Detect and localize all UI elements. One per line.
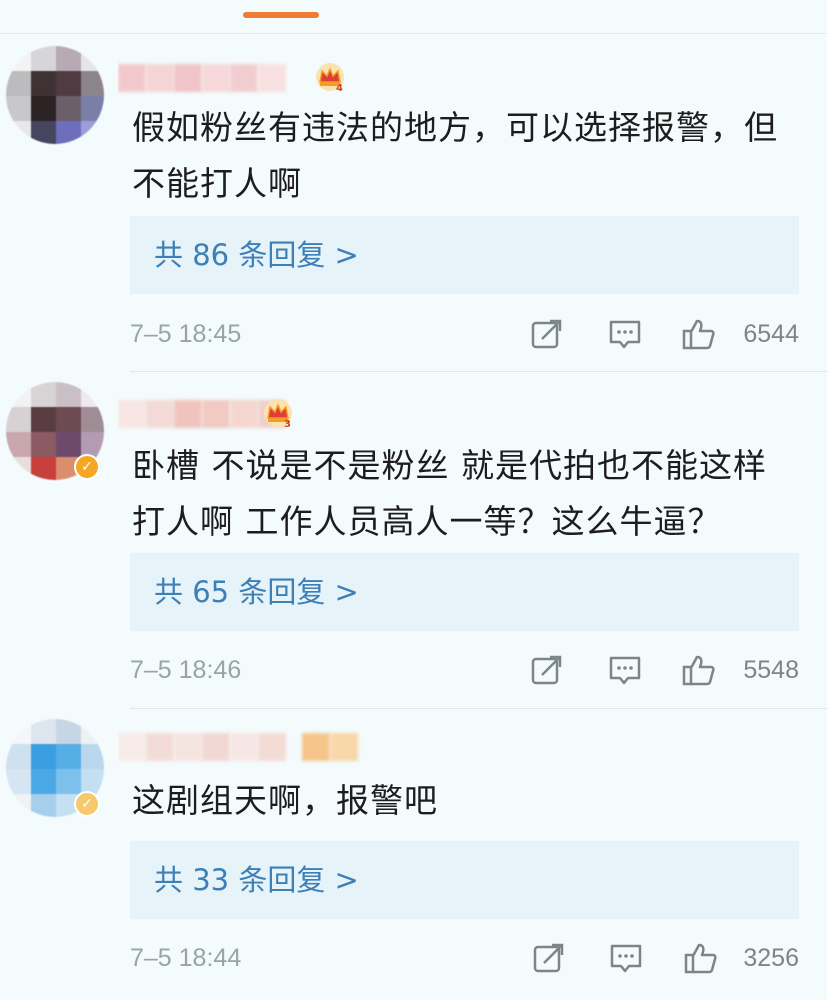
active-tab-indicator — [243, 12, 319, 18]
comment-icon[interactable] — [608, 318, 642, 350]
replies-count-label: 共 86 条回复 > — [154, 238, 359, 272]
svg-text:3: 3 — [284, 419, 291, 428]
crown-badge-icon: 3 — [264, 399, 292, 428]
comment-text: 这剧组天啊，报警吧 — [132, 781, 438, 820]
view-replies-button[interactable]: 共 65 条回复 > — [130, 553, 799, 631]
verified-icon: ✓ — [74, 454, 100, 480]
thumbs-up-icon[interactable] — [682, 318, 716, 350]
top-bar — [0, 0, 827, 34]
username-blurred[interactable] — [118, 58, 308, 98]
comment-meta: 7–5 18:44 3256 — [130, 938, 799, 978]
comment-text: 卧槽 不说是不是粉丝 就是代拍也不能这样 打人啊 工作人员高人一等？这么牛逼？ — [132, 446, 767, 541]
timestamp: 7–5 18:45 — [130, 320, 242, 348]
username-blurred[interactable] — [118, 727, 378, 767]
like-count: 3256 — [743, 944, 799, 972]
verified-icon: ✓ — [74, 791, 100, 817]
replies-count-label: 共 65 条回复 > — [154, 575, 359, 609]
comment-icon[interactable] — [608, 654, 642, 686]
thumbs-up-icon[interactable] — [684, 942, 718, 974]
repost-icon[interactable] — [530, 654, 564, 686]
like-count: 5548 — [743, 656, 799, 684]
comment-item: ✓ 3 卧槽 不说是不是粉丝 就是代拍也不能这样 打人啊 工作人员高人一等？这么… — [0, 372, 827, 708]
timestamp: 7–5 18:46 — [130, 656, 242, 684]
repost-icon[interactable] — [532, 942, 566, 974]
thumbs-up-icon[interactable] — [682, 654, 716, 686]
view-replies-button[interactable]: 共 33 条回复 > — [130, 841, 799, 919]
comment-item: ✓ 这剧组天啊，报警吧 共 33 条回复 > 7–5 18:44 3256 — [0, 709, 827, 1000]
comment-text: 假如粉丝有违法的地方，可以选择报警，但 不能打人啊 — [132, 108, 778, 203]
top-divider — [0, 33, 827, 34]
comment-icon[interactable] — [609, 942, 643, 974]
comment-item: 4 假如粉丝有违法的地方，可以选择报警，但 不能打人啊 共 86 条回复 > 7… — [0, 36, 827, 371]
repost-icon[interactable] — [530, 318, 564, 350]
replies-count-label: 共 33 条回复 > — [154, 863, 359, 897]
timestamp: 7–5 18:44 — [130, 944, 242, 972]
comment-meta: 7–5 18:45 6544 — [130, 314, 799, 354]
crown-badge-icon: 4 — [316, 63, 344, 92]
view-replies-button[interactable]: 共 86 条回复 > — [130, 216, 799, 294]
like-count: 6544 — [743, 320, 799, 348]
comment-meta: 7–5 18:46 5548 — [130, 650, 799, 690]
avatar[interactable] — [6, 46, 104, 144]
svg-text:4: 4 — [336, 83, 343, 92]
